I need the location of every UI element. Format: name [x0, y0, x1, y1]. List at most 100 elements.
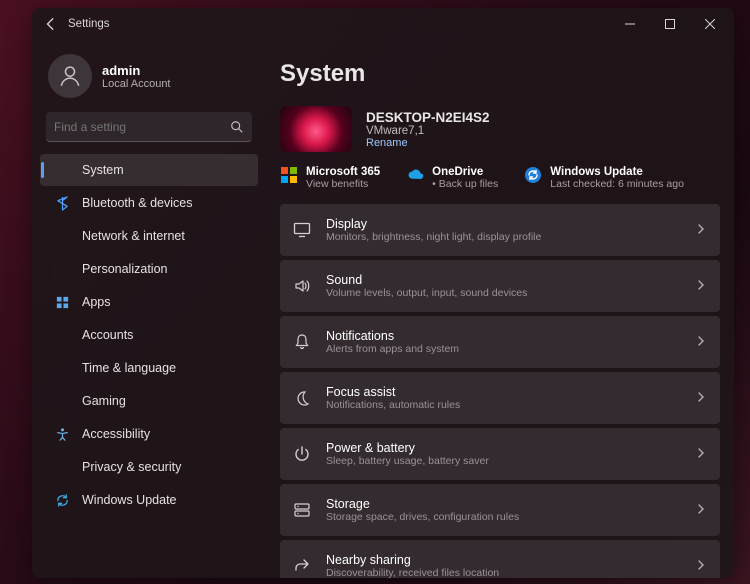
main-panel: System DESKTOP-N2EI4S2 VMware7,1 Rename … — [264, 40, 734, 578]
close-button[interactable] — [690, 9, 730, 39]
setting-sub: Alerts from apps and system — [326, 343, 696, 355]
m365-icon — [280, 166, 298, 184]
setting-title: Storage — [326, 497, 696, 511]
sidebar-item-network[interactable]: Network & internet — [40, 220, 258, 252]
person-icon — [57, 63, 83, 89]
sidebar-item-label: Apps — [82, 295, 111, 309]
desktop-preview — [280, 106, 352, 152]
setting-item-sound[interactable]: SoundVolume levels, output, input, sound… — [280, 260, 720, 312]
sidebar-item-label: Personalization — [82, 262, 167, 276]
setting-sub: Volume levels, output, input, sound devi… — [326, 287, 696, 299]
sidebar-item-label: Bluetooth & devices — [82, 196, 193, 210]
person-icon — [54, 327, 70, 343]
avatar — [48, 54, 92, 98]
window-controls — [610, 9, 730, 39]
user-account-type: Local Account — [102, 78, 171, 90]
storage-icon — [292, 501, 312, 519]
topcard-sub: • Back up files — [432, 178, 498, 190]
setting-item-display[interactable]: DisplayMonitors, brightness, night light… — [280, 204, 720, 256]
sidebar-item-accounts[interactable]: Accounts — [40, 319, 258, 351]
bell-icon — [292, 333, 312, 351]
chevron-right-icon — [696, 445, 706, 463]
sidebar-item-time[interactable]: Time & language — [40, 352, 258, 384]
power-icon — [292, 445, 312, 463]
apps-icon — [54, 294, 70, 310]
setting-sub: Notifications, automatic rules — [326, 399, 696, 411]
sidebar-item-privacy[interactable]: Privacy & security — [40, 451, 258, 483]
sidebar: admin Local Account System Bluetooth & de… — [32, 40, 264, 578]
display-icon — [54, 162, 70, 178]
app-title: Settings — [68, 18, 110, 30]
minimize-icon — [625, 19, 635, 29]
setting-title: Power & battery — [326, 441, 696, 455]
content: admin Local Account System Bluetooth & de… — [32, 40, 734, 578]
sidebar-item-gaming[interactable]: Gaming — [40, 385, 258, 417]
setting-sub: Monitors, brightness, night light, displ… — [326, 231, 696, 243]
sidebar-item-label: Time & language — [82, 361, 176, 375]
user-info[interactable]: admin Local Account — [48, 54, 252, 98]
nav: System Bluetooth & devices Network & inter… — [40, 154, 258, 516]
setting-sub: Discoverability, received files location — [326, 567, 696, 578]
accessibility-icon — [54, 426, 70, 442]
maximize-button[interactable] — [650, 9, 690, 39]
search-input[interactable] — [54, 120, 230, 134]
sidebar-item-label: System — [82, 163, 124, 177]
topcard-m365[interactable]: Microsoft 365View benefits — [280, 166, 380, 190]
setting-title: Focus assist — [326, 385, 696, 399]
setting-sub: Storage space, drives, configuration rul… — [326, 511, 696, 523]
sound-icon — [292, 277, 312, 295]
device-summary: DESKTOP-N2EI4S2 VMware7,1 Rename — [280, 106, 720, 152]
chevron-right-icon — [696, 277, 706, 295]
setting-item-power[interactable]: Power & batterySleep, battery usage, bat… — [280, 428, 720, 480]
titlebar: Settings — [32, 8, 734, 40]
setting-title: Notifications — [326, 329, 696, 343]
top-cards: Microsoft 365View benefits OneDrive• Back… — [280, 166, 720, 190]
bluetooth-icon — [54, 195, 70, 211]
sidebar-item-personalization[interactable]: Personalization — [40, 253, 258, 285]
topcard-sub: Last checked: 6 minutes ago — [550, 178, 684, 190]
back-arrow-icon — [44, 17, 58, 31]
topcard-onedrive[interactable]: OneDrive• Back up files — [406, 166, 498, 190]
chevron-right-icon — [696, 389, 706, 407]
sidebar-item-label: Accounts — [82, 328, 133, 342]
moon-icon — [292, 389, 312, 407]
maximize-icon — [665, 19, 675, 29]
topcard-winupdate[interactable]: Windows UpdateLast checked: 6 minutes ag… — [524, 166, 684, 190]
settings-window: Settings admin Local Account SystemBlu — [32, 8, 734, 578]
gamepad-icon — [54, 393, 70, 409]
setting-title: Display — [326, 217, 696, 231]
page-title: System — [280, 60, 720, 88]
shield-icon — [54, 459, 70, 475]
wifi-icon — [54, 228, 70, 244]
sidebar-item-label: Network & internet — [82, 229, 185, 243]
sidebar-item-label: Gaming — [82, 394, 126, 408]
sidebar-item-system[interactable]: System — [40, 154, 258, 186]
setting-item-nearby[interactable]: Nearby sharingDiscoverability, received … — [280, 540, 720, 578]
device-model: VMware7,1 — [366, 125, 490, 137]
setting-item-focus[interactable]: Focus assistNotifications, automatic rul… — [280, 372, 720, 424]
setting-item-notifications[interactable]: NotificationsAlerts from apps and system — [280, 316, 720, 368]
sidebar-item-apps[interactable]: Apps — [40, 286, 258, 318]
setting-title: Nearby sharing — [326, 553, 696, 567]
onedrive-icon — [406, 166, 424, 184]
close-icon — [705, 19, 715, 29]
topcard-label: OneDrive — [432, 166, 498, 178]
minimize-button[interactable] — [610, 9, 650, 39]
back-button[interactable] — [40, 13, 62, 35]
search-box[interactable] — [46, 112, 252, 142]
monitor-icon — [292, 221, 312, 239]
setting-title: Sound — [326, 273, 696, 287]
chevron-right-icon — [696, 333, 706, 351]
user-name: admin — [102, 63, 171, 78]
topcard-sub: View benefits — [306, 178, 380, 190]
chevron-right-icon — [696, 501, 706, 519]
update-icon — [524, 166, 542, 184]
chevron-right-icon — [696, 221, 706, 239]
sidebar-item-accessibility[interactable]: Accessibility — [40, 418, 258, 450]
sidebar-item-bluetooth[interactable]: Bluetooth & devices — [40, 187, 258, 219]
setting-item-storage[interactable]: StorageStorage space, drives, configurat… — [280, 484, 720, 536]
rename-link[interactable]: Rename — [366, 137, 490, 149]
sidebar-item-label: Accessibility — [82, 427, 150, 441]
brush-icon — [54, 261, 70, 277]
sidebar-item-update[interactable]: Windows Update — [40, 484, 258, 516]
